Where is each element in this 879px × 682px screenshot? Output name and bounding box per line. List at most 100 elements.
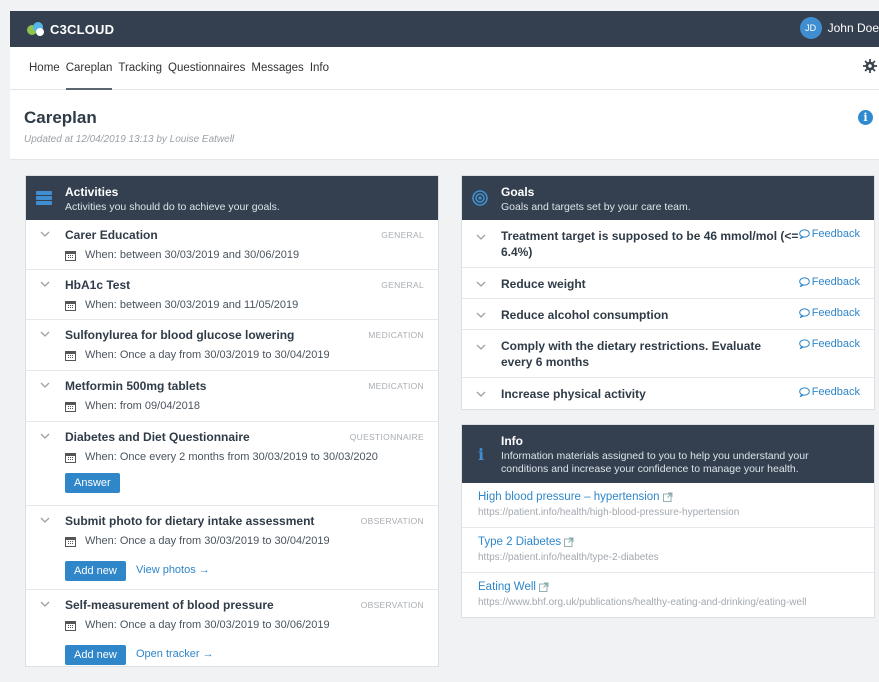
info-item[interactable]: High blood pressure – hypertension https… <box>462 483 874 528</box>
app-logo-text: C3CLOUD <box>50 21 115 37</box>
goal-title: Reduce alcohol consumption <box>501 308 669 322</box>
chevron-down-icon[interactable] <box>40 329 50 339</box>
view-photos-link[interactable]: View photos → <box>136 564 210 576</box>
activity-when: When: Once a day from 30/03/2019 to 30/0… <box>85 619 330 631</box>
activity-row[interactable]: Submit photo for dietary intake assessme… <box>26 506 438 590</box>
chevron-down-icon[interactable] <box>40 279 50 289</box>
activity-when: When: Once a day from 30/03/2019 to 30/0… <box>85 349 330 361</box>
info-item-label: Type 2 Diabetes <box>478 536 562 548</box>
answer-button[interactable]: Answer <box>65 473 120 493</box>
chevron-down-icon[interactable] <box>476 342 486 352</box>
nav-tracking[interactable]: Tracking <box>118 62 162 90</box>
goal-row[interactable]: Reduce weight Feedback <box>462 268 874 299</box>
target-icon <box>472 190 488 206</box>
user-menu[interactable]: JD John Doe <box>799 17 879 39</box>
activities-title: Activities <box>65 185 119 199</box>
activity-when: When: Once every 2 months from 30/03/201… <box>85 451 378 463</box>
info-item[interactable]: Eating Well https://www.bhf.org.uk/publi… <box>462 573 874 617</box>
activity-when: When: Once a day from 30/03/2019 to 30/0… <box>85 535 330 547</box>
info-item-title[interactable]: High blood pressure – hypertension <box>478 491 673 503</box>
chevron-down-icon[interactable] <box>40 431 50 441</box>
info-item[interactable]: Type 2 Diabetes https://patient.info/hea… <box>462 528 874 573</box>
activity-row[interactable]: HbA1c Test GENERAL When: between 30/03/2… <box>26 270 438 320</box>
goal-row[interactable]: Treatment target is supposed to be 46 mm… <box>462 220 874 268</box>
feedback-link[interactable]: Feedback <box>798 386 860 398</box>
chat-bubble-icon <box>798 229 810 239</box>
chevron-down-icon[interactable] <box>476 279 486 289</box>
info-item-label: Eating Well <box>478 581 536 593</box>
chevron-down-icon[interactable] <box>40 229 50 239</box>
activity-row[interactable]: Diabetes and Diet Questionnaire QUESTION… <box>26 422 438 506</box>
goal-row[interactable]: Comply with the dietary restrictions. Ev… <box>462 330 874 378</box>
calendar-icon <box>65 300 76 311</box>
activity-tag: OBSERVATION <box>360 516 424 526</box>
activity-title: Sulfonylurea for blood glucose lowering <box>65 328 295 342</box>
activity-row[interactable]: Metformin 500mg tablets MEDICATION When:… <box>26 371 438 422</box>
calendar-icon <box>65 401 76 412</box>
goals-header: Goals Goals and targets set by your care… <box>462 176 874 220</box>
goal-row[interactable]: Reduce alcohol consumption Feedback <box>462 299 874 330</box>
nav-careplan[interactable]: Careplan <box>65 62 112 90</box>
activity-row[interactable]: Self-measurement of blood pressure OBSER… <box>26 590 438 672</box>
page-header: Careplan Updated at 12/04/2019 13:13 by … <box>10 90 879 160</box>
goal-row[interactable]: Increase physical activity Feedback <box>462 378 874 409</box>
open-tracker-link[interactable]: Open tracker → <box>136 648 214 660</box>
gear-icon[interactable] <box>863 59 877 73</box>
chevron-down-icon[interactable] <box>40 515 50 525</box>
activities-subtitle: Activities you should do to achieve your… <box>65 201 280 213</box>
info-item-url: https://www.bhf.org.uk/publications/heal… <box>478 597 807 608</box>
info-item-title[interactable]: Type 2 Diabetes <box>478 536 574 548</box>
add-new-button[interactable]: Add new <box>65 561 126 581</box>
info-item-title[interactable]: Eating Well <box>478 581 549 593</box>
add-new-button[interactable]: Add new <box>65 645 126 665</box>
chat-bubble-icon <box>798 308 810 318</box>
activity-tag: OBSERVATION <box>360 600 424 610</box>
nav-questionnaires[interactable]: Questionnaires <box>168 62 245 90</box>
chat-bubble-icon <box>798 387 810 397</box>
activity-title: HbA1c Test <box>65 278 131 292</box>
nav-messages[interactable]: Messages <box>251 62 303 90</box>
feedback-link[interactable]: Feedback <box>798 338 860 350</box>
info-item-url: https://patient.info/health/type-2-diabe… <box>478 552 659 563</box>
external-link-icon <box>539 582 549 592</box>
activity-tag: GENERAL <box>381 230 424 240</box>
activity-tag: MEDICATION <box>368 330 424 340</box>
cloud-logo-icon <box>27 22 44 36</box>
info-item-url: https://patient.info/health/high-blood-p… <box>478 507 740 518</box>
chat-bubble-icon <box>798 339 810 349</box>
feedback-link[interactable]: Feedback <box>798 307 860 319</box>
activity-tag: GENERAL <box>381 280 424 290</box>
activity-when: When: from 09/04/2018 <box>85 400 200 412</box>
feedback-label: Feedback <box>811 228 860 240</box>
feedback-label: Feedback <box>811 307 860 319</box>
info-subtitle: Information materials assigned to you to… <box>501 450 809 475</box>
chevron-down-icon[interactable] <box>476 310 486 320</box>
info-icon[interactable]: i <box>858 110 873 125</box>
chevron-down-icon[interactable] <box>476 232 486 242</box>
info-title: Info <box>501 434 523 448</box>
app-logo[interactable]: C3CLOUD <box>25 20 114 38</box>
activity-when: When: between 30/03/2019 and 11/05/2019 <box>85 299 299 311</box>
activity-title: Diabetes and Diet Questionnaire <box>65 430 250 444</box>
chevron-down-icon[interactable] <box>40 599 50 609</box>
feedback-label: Feedback <box>811 338 860 350</box>
chevron-down-icon[interactable] <box>476 389 486 399</box>
goal-title: Comply with the dietary restrictions. Ev… <box>501 339 762 369</box>
chevron-down-icon[interactable] <box>40 380 50 390</box>
calendar-icon <box>65 452 76 463</box>
external-link-icon <box>662 492 673 502</box>
activity-row[interactable]: Sulfonylurea for blood glucose lowering … <box>26 320 438 371</box>
activity-row[interactable]: Carer Education GENERAL When: between 30… <box>26 220 438 270</box>
top-bar: C3CLOUD JD John Doe <box>10 11 879 47</box>
nav-home[interactable]: Home <box>29 62 60 90</box>
activity-title: Metformin 500mg tablets <box>65 379 207 393</box>
feedback-link[interactable]: Feedback <box>798 228 860 240</box>
calendar-icon <box>65 350 76 361</box>
activities-panel: Activities Activities you should do to a… <box>25 175 439 667</box>
feedback-label: Feedback <box>811 386 860 398</box>
feedback-link[interactable]: Feedback <box>798 276 860 288</box>
calendar-icon <box>65 620 76 631</box>
activity-when: When: between 30/03/2019 and 30/06/2019 <box>85 249 300 261</box>
nav-info[interactable]: Info <box>310 62 329 90</box>
updated-text: Updated at 12/04/2019 13:13 by Louise Ea… <box>24 134 235 145</box>
